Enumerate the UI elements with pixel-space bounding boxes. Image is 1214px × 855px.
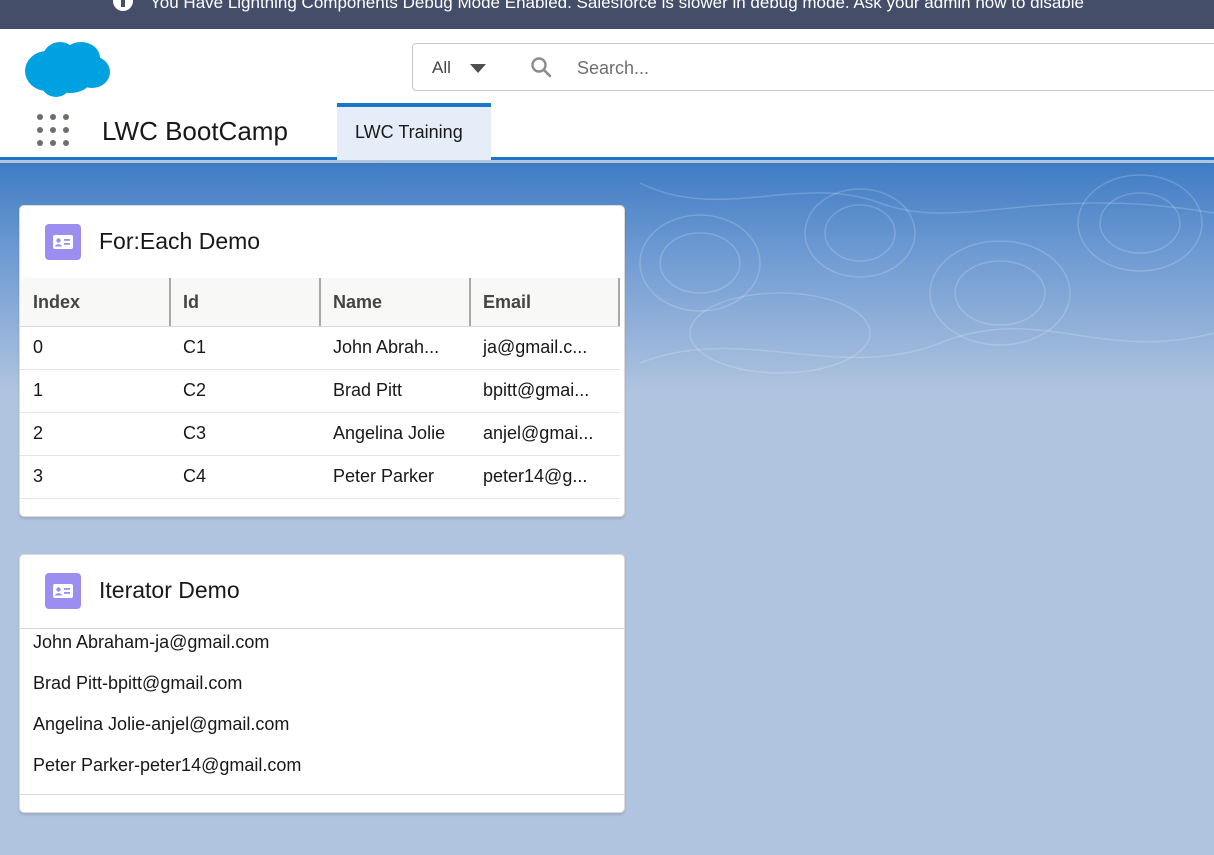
search-icon <box>531 57 552 78</box>
cell-index: 0 <box>33 337 44 357</box>
cell-index: 3 <box>33 466 44 486</box>
list-item: Brad Pitt-bpitt@gmail.com <box>33 673 243 693</box>
column-header-email[interactable]: Email <box>470 278 618 327</box>
cell-id: C4 <box>183 466 207 486</box>
column-header-index[interactable]: Index <box>20 278 170 327</box>
list-item: Peter Parker-peter14@gmail.com <box>33 755 302 775</box>
table-row: 3 C4 Peter Parker peter14@g... <box>20 456 620 499</box>
search-scope-label: All <box>432 58 451 77</box>
caret-down-icon <box>470 64 486 73</box>
search-input[interactable] <box>577 56 1177 80</box>
cell-email: anjel@gmai... <box>483 423 594 443</box>
table-header: Index Id Name Email <box>20 278 620 327</box>
global-search[interactable] <box>499 43 1214 91</box>
salesforce-logo[interactable] <box>24 38 110 98</box>
tab-lwc-training[interactable]: LWC Training <box>337 103 491 160</box>
column-header-id[interactable]: Id <box>170 278 320 327</box>
search-scope-dropdown[interactable]: All <box>412 43 500 91</box>
card-footer-divider <box>20 794 624 795</box>
iterator-demo-card: Iterator Demo John Abraham-ja@gmail.com … <box>19 554 625 813</box>
cell-name: Peter Parker <box>333 466 435 486</box>
contact-card-icon <box>45 224 81 260</box>
info-icon <box>113 0 133 11</box>
banner-text: You Have Lightning Components Debug Mode… <box>150 0 1084 12</box>
card-divider <box>20 628 624 629</box>
foreach-demo-card: For:Each Demo Index Id Name Email 0 C1 J… <box>19 205 625 517</box>
cell-name: Brad Pitt <box>333 380 403 400</box>
cell-index: 1 <box>33 380 44 400</box>
table-row: 2 C3 Angelina Jolie anjel@gmai... <box>20 413 620 456</box>
app-navigation-bar: LWC BootCamp LWC Training <box>0 103 1214 160</box>
app-name: LWC BootCamp <box>102 116 288 146</box>
cell-email: bpitt@gmai... <box>483 380 590 400</box>
contact-card-icon <box>45 573 81 609</box>
cell-id: C1 <box>183 337 207 357</box>
global-header: All <box>0 29 1214 103</box>
cell-email: ja@gmail.c... <box>483 337 588 357</box>
tab-label: LWC Training <box>355 122 463 142</box>
table-row: 1 C2 Brad Pitt bpitt@gmai... <box>20 370 620 413</box>
card-title: Iterator Demo <box>99 577 240 603</box>
cell-index: 2 <box>33 423 44 443</box>
column-header-name[interactable]: Name <box>320 278 470 327</box>
card-title: For:Each Demo <box>99 228 261 254</box>
cell-name: John Abrah... <box>333 337 440 357</box>
cell-email: peter14@g... <box>483 466 588 486</box>
cell-id: C2 <box>183 380 207 400</box>
app-launcher-icon[interactable] <box>37 114 71 148</box>
debug-mode-banner: You Have Lightning Components Debug Mode… <box>0 0 1214 29</box>
cell-id: C3 <box>183 423 207 443</box>
table-row: 0 C1 John Abrah... ja@gmail.c... <box>20 327 620 370</box>
column-divider[interactable] <box>618 278 620 326</box>
list-item: Angelina Jolie-anjel@gmail.com <box>33 714 290 734</box>
cell-name: Angelina Jolie <box>333 423 446 443</box>
list-item: John Abraham-ja@gmail.com <box>33 632 270 652</box>
